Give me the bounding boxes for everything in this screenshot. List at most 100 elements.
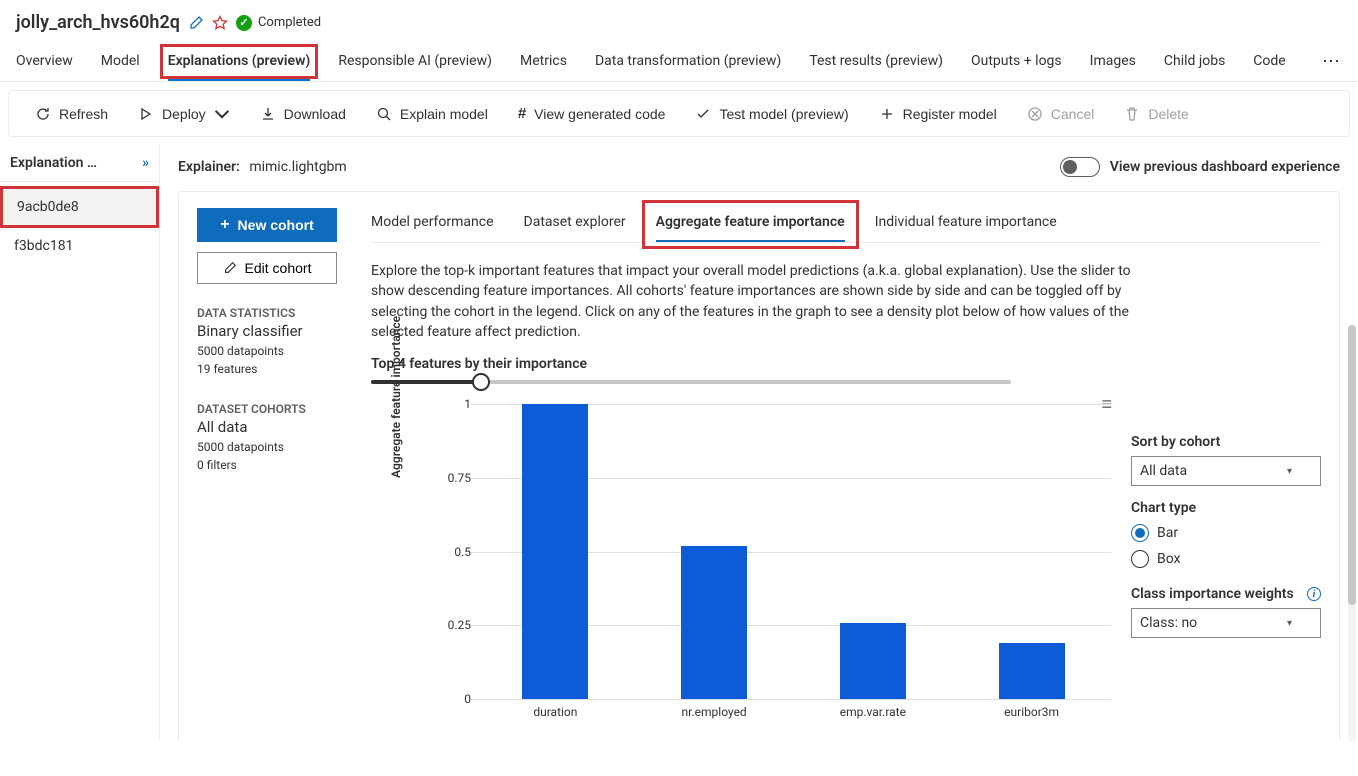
y-tick: 0.25: [441, 618, 471, 632]
toggle-label: View previous dashboard experience: [1110, 159, 1340, 175]
dashboard-card: + New cohort Edit cohort DATA STATISTICS…: [178, 191, 1340, 741]
explain-model-button[interactable]: Explain model: [374, 102, 490, 126]
previous-dashboard-toggle[interactable]: [1060, 157, 1100, 177]
features-count: 19 features: [197, 362, 347, 376]
explainer-label: Explainer:: [178, 159, 240, 175]
x-tick: nr.employed: [654, 705, 774, 719]
chart-type-radio-group: Bar Box: [1131, 524, 1321, 568]
tab-data-transformation-preview[interactable]: Data transformation (preview): [595, 41, 781, 81]
tab-code[interactable]: Code: [1253, 41, 1285, 81]
explainer-row: Explainer: mimic.lightgbm View previous …: [178, 153, 1340, 191]
dashboard-main: Model performance Dataset explorer Aggrega…: [371, 208, 1321, 724]
view-code-button[interactable]: # View generated code: [516, 101, 668, 126]
sidebar-header: Explanation … »: [0, 145, 159, 182]
tab-explanations-preview[interactable]: Explanations (preview): [168, 41, 311, 81]
cancel-label: Cancel: [1051, 106, 1095, 122]
chart-plot[interactable]: 00.250.50.751durationnr.employedemp.var.…: [441, 404, 1111, 699]
tab-child-jobs[interactable]: Child jobs: [1164, 41, 1225, 81]
class-weights-select[interactable]: Class: no ▾: [1131, 608, 1321, 638]
expand-icon[interactable]: »: [142, 155, 149, 171]
content-area: Explainer: mimic.lightgbm View previous …: [160, 145, 1358, 741]
edit-title-icon[interactable]: [188, 15, 204, 31]
download-button[interactable]: Download: [258, 102, 348, 126]
data-statistics-heading: DATA STATISTICS: [197, 306, 347, 320]
new-cohort-label: New cohort: [238, 217, 314, 233]
x-tick: emp.var.rate: [813, 705, 933, 719]
dashboard-tab-aggregate-feature-importance[interactable]: Aggregate feature importance: [656, 208, 845, 242]
register-label: Register model: [903, 106, 997, 122]
status-text: Completed: [258, 15, 321, 30]
dashboard-tab-model-performance[interactable]: Model performance: [371, 208, 494, 242]
class-weights-value: Class: no: [1140, 615, 1197, 631]
test-model-button[interactable]: Test model (preview): [693, 102, 850, 126]
radio-icon: [1131, 550, 1149, 568]
tab-images[interactable]: Images: [1090, 41, 1136, 81]
x-tick: euribor3m: [972, 705, 1092, 719]
bar-euribor3m[interactable]: [999, 643, 1065, 699]
delete-label: Delete: [1148, 106, 1188, 122]
y-tick: 0: [441, 692, 471, 706]
cohort-name: All data: [197, 418, 347, 436]
top-k-slider[interactable]: [371, 380, 1321, 384]
sort-by-cohort-label: Sort by cohort: [1131, 434, 1321, 450]
radio-icon: [1131, 524, 1149, 542]
top-tabs: Overview Model Explanations (preview) Respo…: [0, 41, 1358, 82]
slider-thumb[interactable]: [472, 373, 490, 391]
main-area: Explanation … » 9acb0de8f3bdc181 Explain…: [0, 145, 1358, 741]
dashboard-tabs: Model performance Dataset explorer Aggrega…: [371, 208, 1321, 243]
page-title: jolly_arch_hvs60h2q: [16, 12, 180, 33]
check-icon: ✓: [236, 15, 252, 31]
dashboard-tab-individual-feature-importance[interactable]: Individual feature importance: [875, 208, 1057, 242]
star-icon[interactable]: [212, 15, 228, 31]
chevron-down-icon: ▾: [1287, 466, 1292, 477]
chart-type-radio-box[interactable]: Box: [1131, 550, 1321, 568]
edit-cohort-button[interactable]: Edit cohort: [197, 252, 337, 284]
delete-button: Delete: [1122, 102, 1190, 126]
datapoints-count: 5000 datapoints: [197, 344, 347, 358]
y-tick: 0.75: [441, 471, 471, 485]
refresh-button[interactable]: Refresh: [33, 102, 110, 126]
explanation-list: 9acb0de8f3bdc181: [0, 182, 159, 268]
chart-type-radio-bar[interactable]: Bar: [1131, 524, 1321, 542]
sort-by-cohort-value: All data: [1140, 463, 1187, 479]
bar-emp.var.rate[interactable]: [840, 623, 906, 700]
more-tabs-icon[interactable]: ⋯: [1322, 51, 1342, 72]
deploy-label: Deploy: [162, 106, 206, 122]
page-header: jolly_arch_hvs60h2q ✓ Completed: [0, 0, 1358, 41]
class-weights-label: Class importance weights: [1131, 586, 1294, 602]
y-axis-label: Aggregate feature importance: [389, 316, 403, 478]
tab-responsible-ai-preview[interactable]: Responsible AI (preview): [338, 41, 492, 81]
new-cohort-button[interactable]: + New cohort: [197, 208, 337, 242]
slider-label: Top 4 features by their importance: [371, 356, 1321, 372]
tab-model[interactable]: Model: [101, 41, 140, 81]
explanation-item[interactable]: 9acb0de8: [0, 186, 159, 228]
explanation-item[interactable]: f3bdc181: [0, 228, 159, 264]
test-model-label: Test model (preview): [719, 106, 848, 122]
sort-by-cohort-select[interactable]: All data ▾: [1131, 456, 1321, 486]
refresh-label: Refresh: [59, 106, 108, 122]
bar-nr.employed[interactable]: [681, 546, 747, 699]
cohort-filters: 0 filters: [197, 458, 347, 472]
toolbar: Refresh Deploy Download Explain model # …: [8, 90, 1350, 137]
explain-label: Explain model: [400, 106, 488, 122]
model-type: Binary classifier: [197, 322, 347, 340]
dashboard-tab-dataset-explorer[interactable]: Dataset explorer: [524, 208, 626, 242]
tab-metrics[interactable]: Metrics: [520, 41, 567, 81]
explanation-sidebar: Explanation … » 9acb0de8f3bdc181: [0, 145, 160, 741]
tab-test-results-preview[interactable]: Test results (preview): [809, 41, 943, 81]
tab-overview[interactable]: Overview: [16, 41, 73, 81]
register-model-button[interactable]: Register model: [877, 102, 999, 126]
description-text: Explore the top-k important features tha…: [371, 261, 1131, 342]
cohort-panel: + New cohort Edit cohort DATA STATISTICS…: [197, 208, 347, 724]
info-icon[interactable]: i: [1307, 587, 1321, 601]
deploy-button[interactable]: Deploy: [136, 102, 232, 126]
vertical-scrollbar[interactable]: [1348, 325, 1356, 741]
cancel-button: Cancel: [1025, 102, 1097, 126]
x-tick: duration: [495, 705, 615, 719]
sidebar-title: Explanation …: [10, 155, 97, 171]
tab-outputs-logs[interactable]: Outputs + logs: [971, 41, 1062, 81]
explainer-value: mimic.lightgbm: [249, 159, 346, 175]
bar-duration[interactable]: [522, 404, 588, 699]
chart-type-label: Chart type: [1131, 500, 1321, 516]
dataset-cohorts-heading: DATASET COHORTS: [197, 402, 347, 416]
